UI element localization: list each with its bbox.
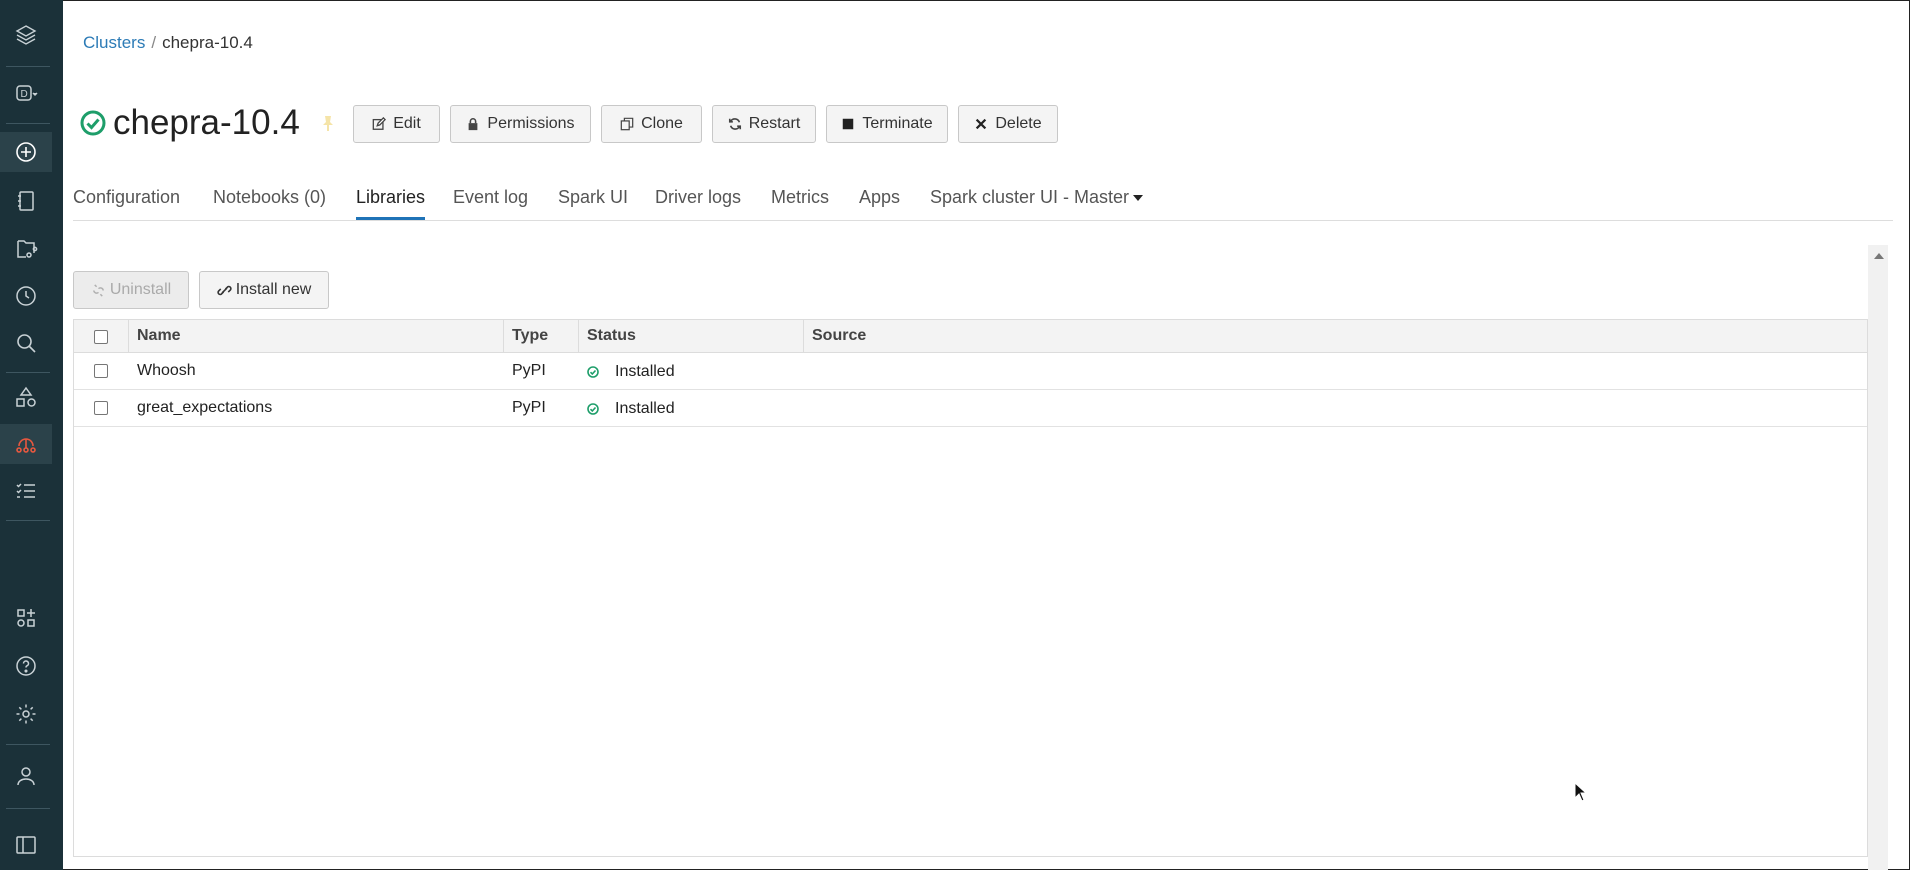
chevron-down-icon	[1133, 195, 1144, 202]
library-source	[804, 390, 812, 427]
running-status-icon	[80, 110, 106, 136]
clone-button[interactable]: Clone	[601, 105, 702, 143]
tab-apps[interactable]: Apps	[859, 187, 900, 220]
libraries-table: Name Type Status Source Whoosh PyPI Inst…	[73, 319, 1868, 857]
terminate-button[interactable]: Terminate	[826, 105, 948, 143]
create-plus-icon[interactable]	[0, 132, 52, 172]
restart-button-label: Restart	[748, 115, 801, 132]
column-header-type[interactable]: Type	[504, 320, 579, 353]
databricks-logo-icon[interactable]	[0, 15, 52, 55]
permissions-button-label: Permissions	[487, 115, 575, 132]
mouse-cursor-icon	[1574, 782, 1588, 802]
edit-button[interactable]: Edit	[353, 105, 440, 143]
pin-icon[interactable]	[318, 113, 338, 133]
delete-button[interactable]: Delete	[958, 105, 1058, 143]
sidebar: D	[0, 0, 63, 870]
settings-icon[interactable]	[0, 694, 52, 734]
library-name: great_expectations	[137, 399, 273, 416]
column-header-name[interactable]: Name	[129, 320, 504, 353]
install-new-button[interactable]: Install new	[199, 271, 329, 309]
library-status-label: Installed	[615, 362, 675, 380]
uninstall-button-label: Uninstall	[109, 281, 172, 298]
tab-libraries[interactable]: Libraries	[356, 187, 426, 220]
unlink-icon	[92, 283, 104, 297]
library-source	[804, 353, 812, 390]
select-all-checkbox[interactable]	[94, 330, 108, 344]
table-row[interactable]: great_expectations PyPI Installed	[74, 390, 1867, 427]
tab-spark-ui[interactable]: Spark UI	[558, 187, 628, 220]
svg-text:D: D	[21, 89, 28, 100]
cluster-header: chepra-10.4	[79, 103, 338, 143]
tab-driver-logs[interactable]: Driver logs	[655, 187, 741, 220]
library-name: Whoosh	[137, 362, 196, 379]
breadcrumb-separator: /	[151, 33, 157, 52]
tab-notebooks[interactable]: Notebooks (0)	[213, 187, 326, 220]
library-status: Installed	[579, 353, 675, 390]
row-checkbox[interactable]	[94, 401, 108, 415]
library-type: PyPI	[512, 399, 546, 416]
column-header-status[interactable]: Status	[579, 320, 804, 353]
tab-metrics[interactable]: Metrics	[771, 187, 829, 220]
installed-check-icon	[587, 365, 599, 378]
breadcrumb: Clusters / chepra-10.4	[83, 33, 253, 53]
permissions-button[interactable]: Permissions	[450, 105, 591, 143]
clone-icon	[620, 117, 634, 131]
uninstall-button[interactable]: Uninstall	[73, 271, 189, 309]
clone-button-label: Clone	[641, 115, 683, 132]
install-new-button-label: Install new	[235, 281, 312, 298]
edit-button-label: Edit	[393, 115, 421, 132]
content-scrollbar[interactable]	[1868, 245, 1888, 870]
link-icon	[217, 285, 232, 295]
tab-configuration[interactable]: Configuration	[73, 187, 180, 220]
terminate-button-label: Terminate	[862, 115, 933, 132]
workspace-switcher-icon[interactable]: D	[0, 74, 52, 114]
data-shapes-icon[interactable]	[0, 377, 52, 417]
user-icon[interactable]	[0, 756, 52, 796]
close-icon	[976, 118, 987, 130]
tab-spark-cluster-ui-master[interactable]: Spark cluster UI - Master	[930, 187, 1144, 220]
breadcrumb-current: chepra-10.4	[162, 33, 253, 52]
library-status-label: Installed	[615, 399, 675, 417]
repos-icon[interactable]	[0, 229, 52, 269]
partner-connect-icon[interactable]	[0, 598, 52, 638]
jobs-icon[interactable]	[0, 471, 52, 511]
refresh-icon	[728, 118, 741, 130]
lock-icon	[469, 118, 478, 131]
tab-event-log[interactable]: Event log	[453, 187, 528, 220]
breadcrumb-clusters-link[interactable]: Clusters	[83, 33, 145, 52]
stop-icon	[843, 118, 854, 130]
table-header: Name Type Status Source	[74, 320, 1867, 353]
main-content: Clusters / chepra-10.4 chepra-10.4 Edit Pe…	[63, 0, 1910, 870]
library-type: PyPI	[512, 362, 546, 379]
installed-check-icon	[587, 402, 599, 415]
column-header-source[interactable]: Source	[804, 320, 1867, 353]
sidebar-toggle-icon[interactable]	[0, 825, 52, 865]
cluster-tabs: Configuration Notebooks (0) Libraries Ev…	[73, 179, 1893, 221]
page-title: chepra-10.4	[113, 103, 300, 142]
help-icon[interactable]	[0, 646, 52, 686]
select-all-cell	[74, 320, 129, 353]
search-icon[interactable]	[0, 323, 52, 363]
edit-icon	[372, 117, 387, 130]
row-checkbox[interactable]	[94, 364, 108, 378]
table-row[interactable]: Whoosh PyPI Installed	[74, 353, 1867, 390]
notebook-icon[interactable]	[0, 181, 52, 221]
library-status: Installed	[579, 390, 675, 427]
tab-spark-cluster-ui-master-label: Spark cluster UI - Master	[930, 187, 1130, 207]
recents-clock-icon[interactable]	[0, 276, 52, 316]
restart-button[interactable]: Restart	[712, 105, 816, 143]
compute-icon[interactable]	[0, 424, 52, 464]
scroll-up-arrow-icon[interactable]	[1874, 253, 1884, 259]
delete-button-label: Delete	[995, 115, 1042, 132]
